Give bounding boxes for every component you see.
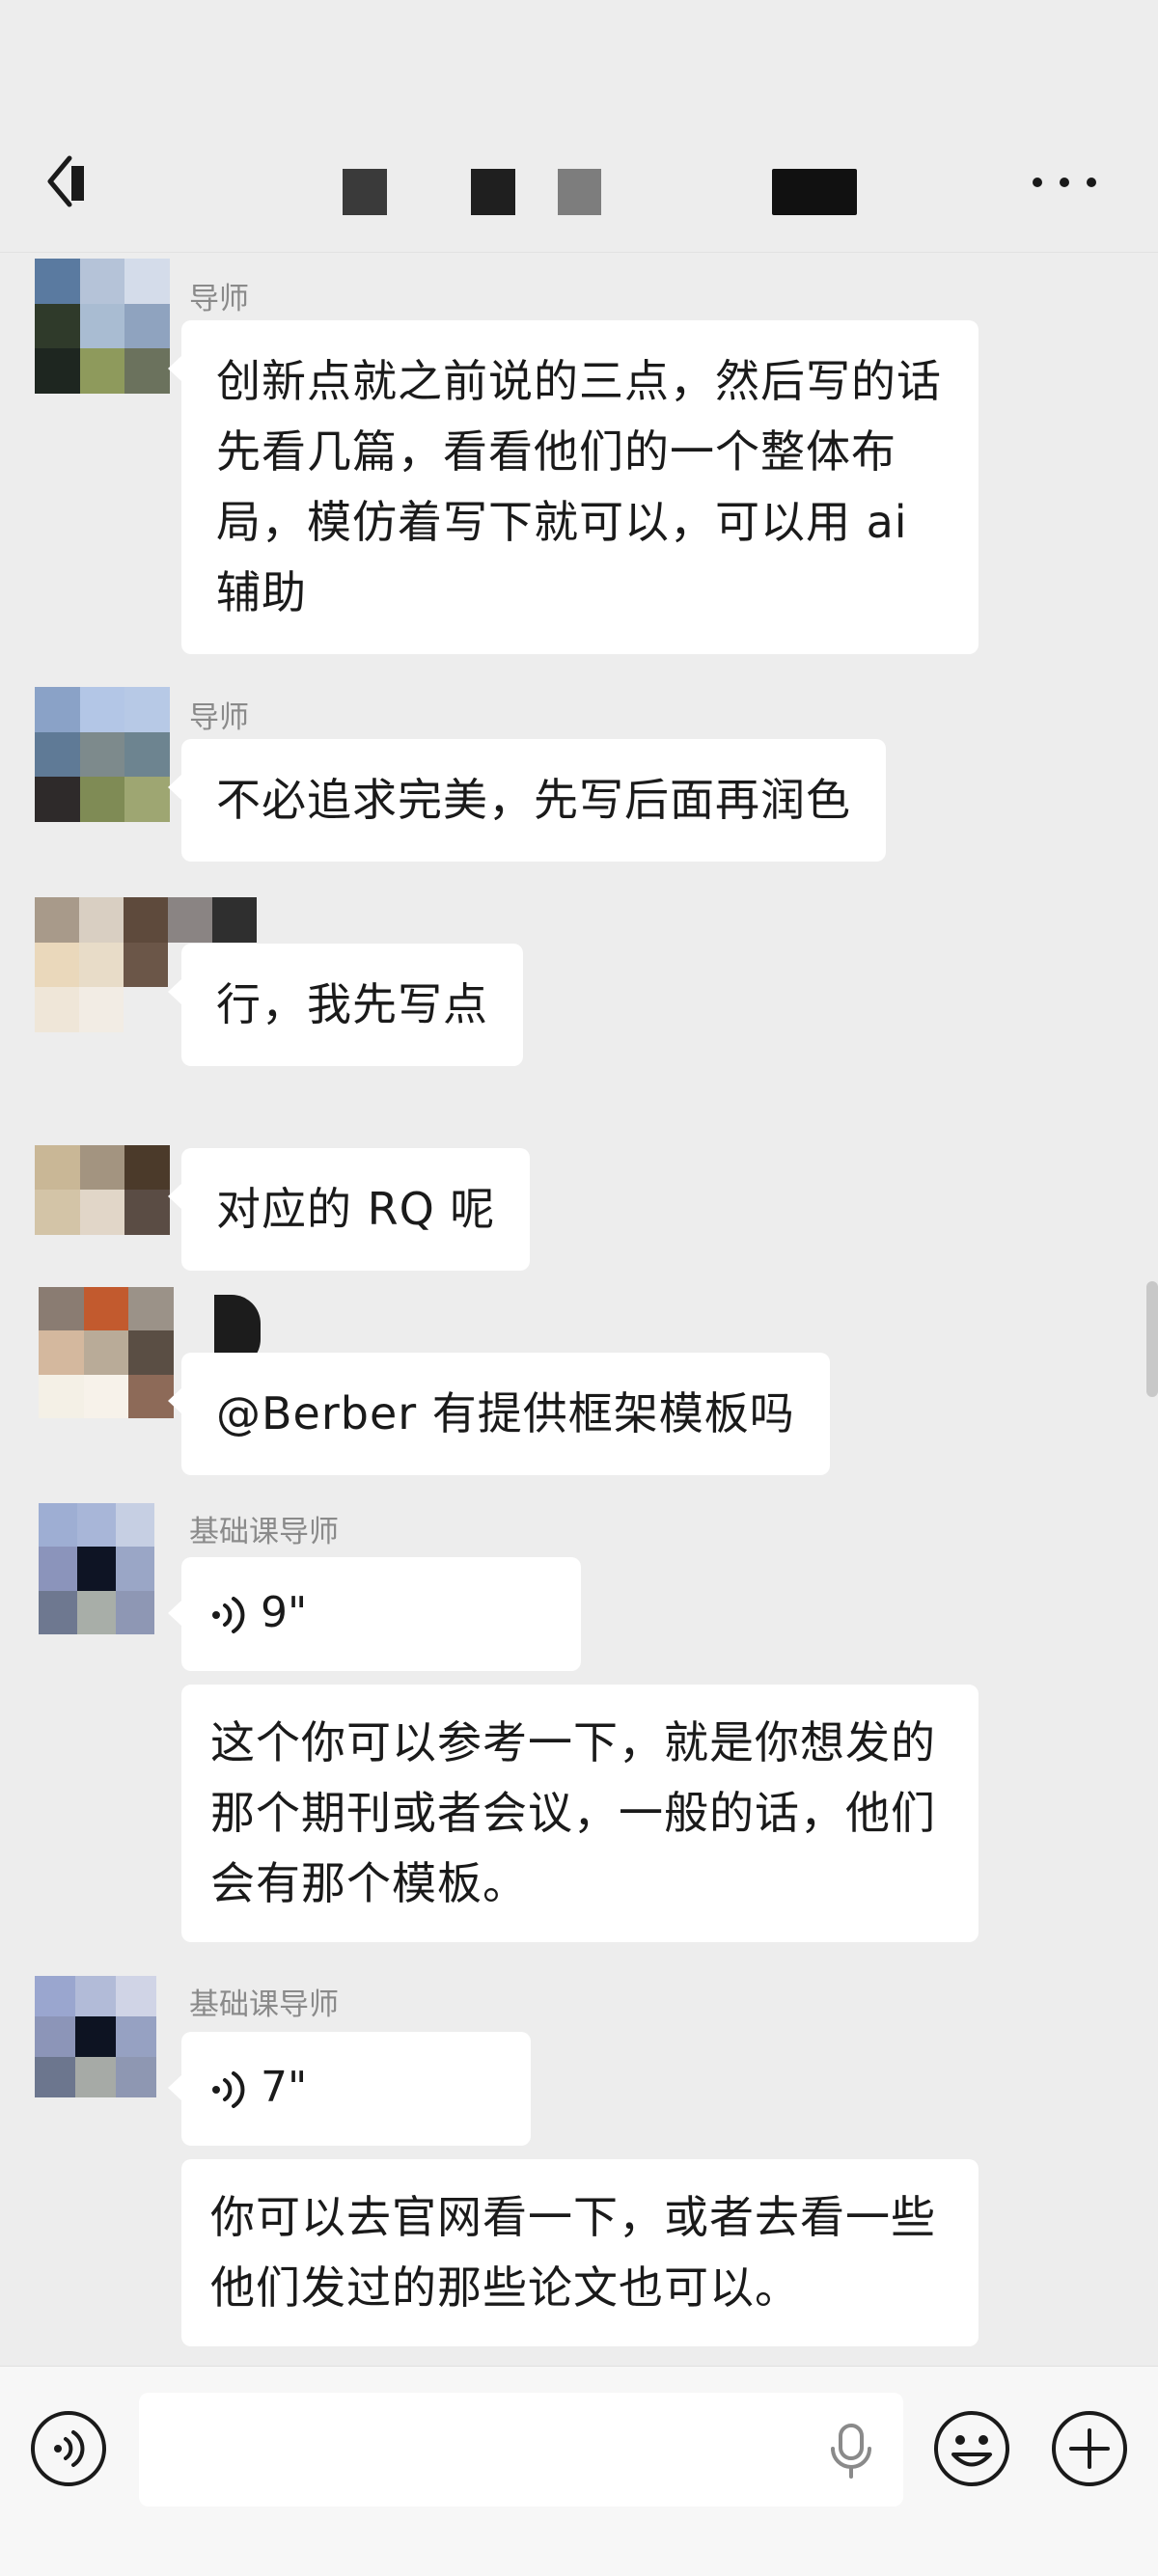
message-bubble[interactable]: @Berber 有提供框架模板吗	[168, 1353, 830, 1475]
voice-duration: 9"	[261, 1588, 308, 1637]
avatar[interactable]	[39, 1287, 174, 1418]
sender-name: 基础课导师	[189, 1515, 339, 1549]
message-input[interactable]	[139, 2393, 903, 2507]
voice-wave-icon	[212, 1597, 245, 1633]
message-bubble[interactable]: 不必追求完美，先写后面再润色	[168, 739, 886, 862]
sender-name: 基础课导师	[189, 1987, 339, 2022]
sender-name: 导师	[189, 282, 249, 316]
voice-wave-icon	[212, 2071, 245, 2108]
avatar[interactable]	[35, 687, 170, 822]
microphone-icon[interactable]	[824, 2422, 878, 2480]
voice-input-icon[interactable]	[29, 2409, 108, 2488]
input-bar	[0, 2366, 1158, 2576]
message-list[interactable]: 导师 创新点就之前说的三点，然后写的话先看几篇，看看他们的一个整体布局，模仿着写…	[0, 253, 1158, 2366]
chat-screen: 导师 创新点就之前说的三点，然后写的话先看几篇，看看他们的一个整体布局，模仿着写…	[0, 0, 1158, 2576]
sender-name: 导师	[189, 700, 249, 735]
avatar[interactable]	[35, 1100, 170, 1235]
emoji-icon[interactable]	[932, 2409, 1011, 2488]
avatar[interactable]	[35, 259, 170, 394]
chat-title-redacted	[0, 169, 1158, 215]
message-bubble[interactable]: 这个你可以参考一下，就是你想发的那个期刊或者会议，一般的话，他们会有那个模板。	[181, 1685, 979, 1942]
voice-message[interactable]: 9"	[168, 1557, 581, 1671]
scrollbar[interactable]	[1146, 1281, 1158, 1397]
message-bubble[interactable]: 创新点就之前说的三点，然后写的话先看几篇，看看他们的一个整体布局，模仿着写下就可…	[168, 320, 979, 654]
avatar[interactable]	[39, 1503, 154, 1634]
message-bubble[interactable]: 你可以去官网看一下，或者去看一些他们发过的那些论文也可以。	[181, 2159, 979, 2346]
more-dots-icon[interactable]	[1033, 174, 1100, 193]
voice-duration: 7"	[261, 2063, 308, 2112]
plus-icon[interactable]	[1050, 2409, 1129, 2488]
message-bubble[interactable]: 对应的 RQ 呢	[167, 1148, 531, 1271]
nav-bar	[0, 0, 1158, 253]
message-bubble[interactable]: 行，我先写点	[168, 944, 523, 1066]
avatar[interactable]	[35, 1976, 156, 2097]
voice-message[interactable]: 7"	[168, 2032, 531, 2146]
